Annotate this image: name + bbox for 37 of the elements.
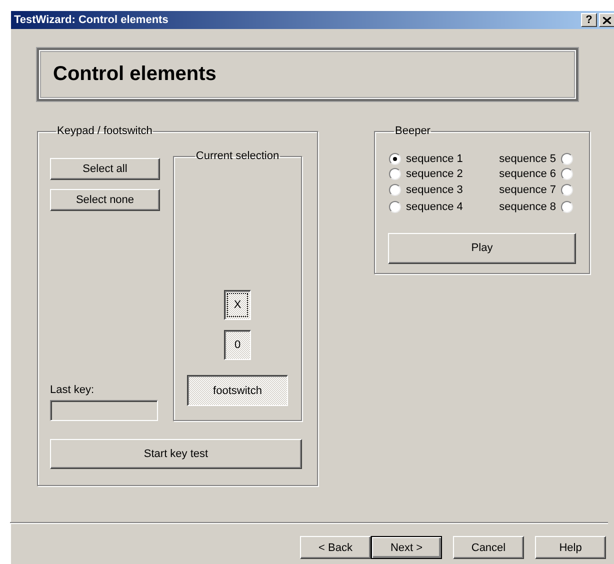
wizard-button[interactable]: Help (535, 536, 606, 559)
group-label: Current selection (194, 150, 280, 163)
group-label: Keypad / footswitch (56, 125, 154, 138)
wizard-button[interactable]: < Back (300, 536, 371, 559)
last-key-field[interactable] (50, 400, 158, 421)
radio-option[interactable]: sequence 3 (389, 182, 463, 198)
radio-option[interactable]: sequence 5 (499, 151, 573, 166)
select-button[interactable]: Select all (50, 158, 160, 180)
radio-icon[interactable] (561, 152, 573, 164)
key-toggle[interactable]: 0 (224, 330, 251, 360)
radio-option[interactable]: sequence 2 (389, 166, 463, 181)
field-label: Last key: (50, 384, 96, 397)
radio-option[interactable]: sequence 4 (389, 199, 463, 214)
wizard-button[interactable]: Next > (371, 536, 442, 559)
radio-icon[interactable] (389, 200, 401, 212)
group-label: Beeper (394, 125, 432, 138)
radio-icon[interactable] (561, 184, 573, 196)
radio-option[interactable]: sequence 8 (499, 199, 573, 214)
select-button[interactable]: Select none (50, 189, 160, 211)
play-button[interactable]: Play (388, 232, 576, 264)
window-title: TestWizard: Control elements (14, 14, 170, 26)
close-button[interactable] (599, 13, 614, 27)
help-button[interactable]: ? (581, 13, 597, 27)
radio-option[interactable]: sequence 7 (499, 182, 573, 198)
start-button[interactable]: Start key test (50, 439, 302, 469)
radio-option[interactable]: sequence 6 (499, 166, 573, 181)
radio-icon[interactable] (561, 200, 573, 212)
key-toggle[interactable]: X (224, 290, 251, 320)
close-icon (603, 16, 611, 24)
radio-icon[interactable] (389, 152, 401, 164)
radio-icon[interactable] (561, 168, 573, 180)
footswitch-toggle[interactable]: footswitch (187, 375, 288, 406)
radio-icon[interactable] (389, 168, 401, 180)
radio-option[interactable]: sequence 1 (389, 151, 463, 166)
radio-icon[interactable] (389, 184, 401, 196)
wizard-button[interactable]: Cancel (453, 536, 524, 559)
page-title: Control elements (53, 63, 216, 86)
